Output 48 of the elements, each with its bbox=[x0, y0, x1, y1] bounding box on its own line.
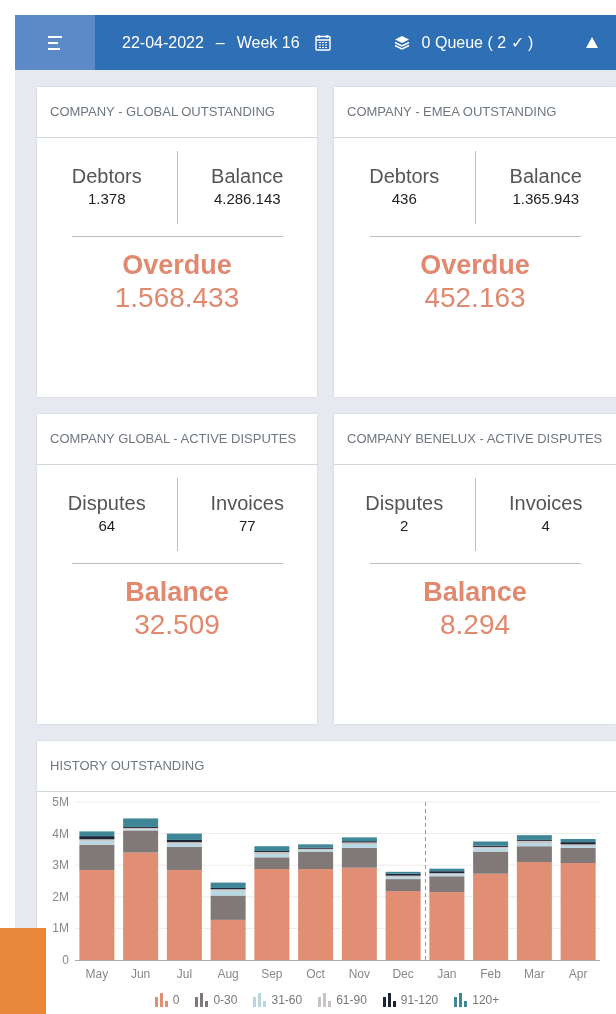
card-title: COMPANY - EMEA OUTSTANDING bbox=[334, 87, 616, 138]
axis-category-label: May bbox=[85, 967, 109, 981]
stat-label: Disputes bbox=[365, 491, 444, 516]
axis-category-label: Aug bbox=[217, 967, 239, 981]
stat-value: 77 bbox=[238, 516, 256, 537]
axis-category-label: Jun bbox=[130, 967, 151, 981]
highlight-value: 452.163 bbox=[424, 281, 526, 315]
axis-category-label: Oct bbox=[306, 967, 325, 981]
axis-category-label: Feb bbox=[480, 967, 501, 981]
highlight-label: Balance bbox=[125, 576, 229, 609]
axis-tick-label: 0 bbox=[62, 953, 69, 967]
axis-tick-label: 4M bbox=[52, 826, 69, 841]
card-title: COMPANY BENELUX - ACTIVE DISPUTES bbox=[334, 414, 616, 465]
stat-value: 2 bbox=[400, 516, 409, 537]
stat-value: 1.365.943 bbox=[512, 189, 580, 210]
axis-category-label: Mar bbox=[524, 967, 545, 981]
highlight-label: Balance bbox=[423, 576, 527, 609]
stat-label: Disputes bbox=[67, 491, 146, 516]
stat-label: Balance bbox=[211, 164, 284, 189]
stat-value: 4.286.143 bbox=[213, 189, 281, 210]
axis-tick-label: 3M bbox=[52, 858, 69, 873]
card-title: COMPANY - GLOBAL OUTSTANDING bbox=[37, 87, 317, 138]
axis-category-label: Apr bbox=[568, 967, 588, 981]
stat-label: Invoices bbox=[210, 491, 284, 516]
highlight-label: Overdue bbox=[420, 249, 530, 282]
date-separator: – bbox=[215, 32, 225, 53]
axis-tick-label: 1M bbox=[52, 921, 69, 936]
axis-tick-label: 5M bbox=[52, 795, 69, 809]
stat-value: 436 bbox=[391, 189, 417, 210]
stat-label: Invoices bbox=[509, 491, 583, 516]
card-title: HISTORY OUTSTANDING bbox=[37, 741, 616, 792]
highlight-label: Overdue bbox=[122, 249, 232, 282]
stat-label: Debtors bbox=[71, 164, 142, 189]
axis-category-label: Jan bbox=[437, 967, 457, 981]
stat-label: Balance bbox=[509, 164, 582, 189]
highlight-value: 32.509 bbox=[134, 608, 220, 642]
card-title: COMPANY GLOBAL - ACTIVE DISPUTES bbox=[37, 414, 317, 465]
stat-value: 64 bbox=[98, 516, 116, 537]
axis-category-label: Nov bbox=[348, 967, 371, 981]
highlight-value: 8.294 bbox=[439, 608, 511, 642]
highlight-value: 1.568.433 bbox=[114, 281, 240, 315]
stat-value: 1.378 bbox=[87, 189, 126, 210]
stat-label: Debtors bbox=[369, 164, 440, 189]
axis-category-label: Jul bbox=[176, 967, 193, 981]
stat-value: 4 bbox=[541, 516, 550, 537]
axis-category-label: Sep bbox=[261, 967, 283, 981]
axis-category-label: Dec bbox=[392, 967, 414, 981]
axis-tick-label: 2M bbox=[52, 889, 69, 904]
